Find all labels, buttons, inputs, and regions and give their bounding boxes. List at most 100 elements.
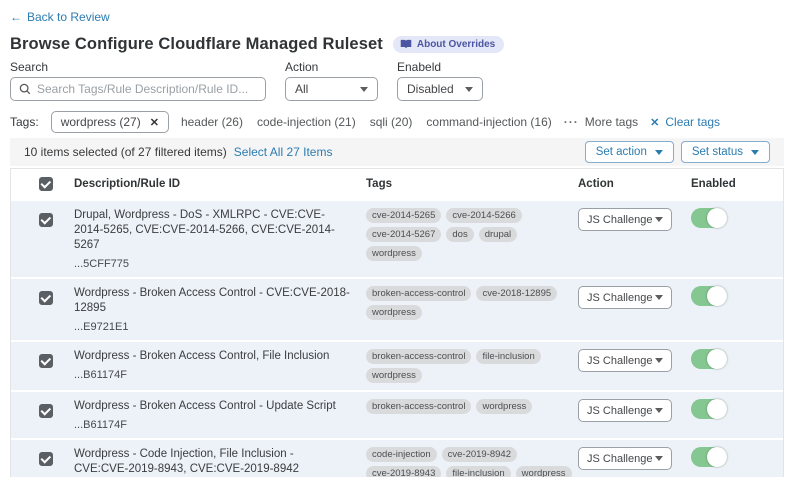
- chevron-down-icon: [655, 217, 663, 222]
- selected-tag-chip[interactable]: wordpress (27) ✕: [51, 111, 169, 133]
- enabled-toggle[interactable]: [691, 399, 727, 419]
- rule-id: ...B61174F: [74, 369, 366, 381]
- enabled-filter: Enabeld Disabled: [397, 60, 483, 101]
- chevron-down-icon: [655, 295, 663, 300]
- column-header-description: Description/Rule ID: [74, 178, 366, 190]
- row-action-value: JS Challenge: [587, 405, 652, 417]
- set-status-label: Set status: [692, 146, 743, 158]
- column-header-action: Action: [578, 178, 691, 190]
- tag-pill: dos: [446, 227, 473, 242]
- table-row[interactable]: Wordpress - Code Injection, File Inclusi…: [11, 440, 783, 477]
- action-filter-value: All: [295, 82, 308, 96]
- rule-tags: code-injectioncve-2019-8942cve-2019-8943…: [366, 447, 578, 477]
- book-icon: [400, 39, 412, 49]
- tag-pill: file-inclusion: [476, 349, 540, 364]
- row-checkbox[interactable]: [39, 404, 53, 418]
- rule-description: Wordpress - Broken Access Control - CVE:…: [74, 286, 366, 316]
- chevron-down-icon: [655, 456, 663, 461]
- more-tags-label: More tags: [585, 115, 638, 129]
- enabled-toggle[interactable]: [691, 349, 727, 369]
- enabled-toggle[interactable]: [691, 447, 727, 467]
- table-row[interactable]: Drupal, Wordpress - DoS - XMLRPC - CVE:C…: [11, 201, 783, 277]
- more-tags-button[interactable]: ··· More tags: [564, 115, 638, 129]
- table-body: Drupal, Wordpress - DoS - XMLRPC - CVE:C…: [11, 201, 783, 477]
- tags-bar: Tags: wordpress (27) ✕ header (26) code-i…: [10, 111, 784, 133]
- tag-pill: wordpress: [366, 246, 422, 261]
- search-label: Search: [10, 60, 266, 73]
- action-filter: Action All: [285, 60, 378, 101]
- tag-pill: code-injection: [366, 447, 437, 462]
- tag-pill: wordpress: [516, 466, 572, 477]
- available-tags: header (26) code-injection (21) sqli (20) c…: [181, 115, 552, 129]
- tag-pill: wordpress: [366, 368, 422, 383]
- row-action-select[interactable]: JS Challenge: [578, 208, 672, 231]
- row-action-select[interactable]: JS Challenge: [578, 447, 672, 470]
- row-action-select[interactable]: JS Challenge: [578, 399, 672, 422]
- table-row[interactable]: Wordpress - Broken Access Control - CVE:…: [11, 279, 783, 340]
- set-status-button[interactable]: Set status: [681, 141, 770, 163]
- selection-summary: 10 items selected (of 27 filtered items): [24, 145, 227, 159]
- row-checkbox[interactable]: [39, 452, 53, 466]
- chevron-down-icon: [655, 358, 663, 363]
- enabled-toggle[interactable]: [691, 208, 727, 228]
- select-all-checkbox[interactable]: [39, 177, 53, 191]
- rule-tags: cve-2014-5265cve-2014-5266cve-2014-5267d…: [366, 208, 578, 270]
- rule-id: ...5CFF775: [74, 258, 366, 270]
- row-action-select[interactable]: JS Challenge: [578, 286, 672, 309]
- row-action-value: JS Challenge: [587, 355, 652, 367]
- chevron-down-icon: [465, 87, 473, 92]
- row-checkbox[interactable]: [39, 354, 53, 368]
- enabled-filter-label: Enabeld: [397, 60, 483, 73]
- selection-bar: 10 items selected (of 27 filtered items)…: [10, 138, 784, 166]
- set-action-button[interactable]: Set action: [585, 141, 674, 163]
- tag-pill: cve-2018-12895: [476, 286, 557, 301]
- row-action-value: JS Challenge: [587, 453, 652, 465]
- rule-tags: broken-access-controlcve-2018-12895wordp…: [366, 286, 578, 333]
- tag-filter-option[interactable]: header (26): [181, 115, 243, 129]
- filters: Search Action All Enabeld Disabled: [10, 60, 784, 101]
- clear-tags-label: Clear tags: [665, 115, 720, 129]
- about-overrides-badge[interactable]: About Overrides: [393, 36, 504, 53]
- back-link[interactable]: ← Back to Review: [10, 10, 110, 24]
- row-checkbox[interactable]: [39, 291, 53, 305]
- chevron-down-icon: [655, 150, 663, 155]
- tag-pill: cve-2014-5266: [446, 208, 521, 223]
- more-dots-icon: ···: [564, 115, 579, 129]
- select-all-link[interactable]: Select All 27 Items: [234, 145, 333, 159]
- chevron-down-icon: [751, 150, 759, 155]
- tag-pill: cve-2014-5267: [366, 227, 441, 242]
- page: ← Back to Review Browse Configure Cloudf…: [0, 0, 794, 477]
- set-action-label: Set action: [596, 146, 647, 158]
- enabled-filter-select[interactable]: Disabled: [397, 77, 483, 101]
- tag-filter-option[interactable]: sqli (20): [370, 115, 413, 129]
- search-filter: Search: [10, 60, 266, 101]
- rule-tags: broken-access-controlwordpress: [366, 399, 578, 431]
- action-filter-select[interactable]: All: [285, 77, 378, 101]
- row-checkbox[interactable]: [39, 213, 53, 227]
- title-row: Browse Configure Cloudflare Managed Rule…: [10, 34, 784, 54]
- tag-pill: cve-2019-8943: [366, 466, 441, 477]
- table-row[interactable]: Wordpress - Broken Access Control, File …: [11, 342, 783, 390]
- tags-label: Tags:: [10, 115, 39, 129]
- tag-pill: wordpress: [366, 305, 422, 320]
- page-title: Browse Configure Cloudflare Managed Rule…: [10, 35, 383, 54]
- row-action-select[interactable]: JS Challenge: [578, 349, 672, 372]
- row-action-value: JS Challenge: [587, 292, 652, 304]
- rule-tags: broken-access-control file-inclusion wordp…: [366, 349, 578, 383]
- tag-pill: wordpress: [476, 399, 532, 414]
- remove-tag-icon[interactable]: ✕: [150, 116, 159, 129]
- tag-filter-option[interactable]: command-injection (16): [426, 115, 551, 129]
- clear-tags-button[interactable]: ✕ Clear tags: [650, 115, 720, 129]
- tag-filter-option[interactable]: code-injection (21): [257, 115, 356, 129]
- search-input-wrap: [10, 77, 266, 101]
- chevron-down-icon: [360, 87, 368, 92]
- search-input[interactable]: [37, 82, 257, 96]
- chevron-down-icon: [655, 408, 663, 413]
- rule-id: ...B61174F: [74, 419, 366, 431]
- row-action-value: JS Challenge: [587, 214, 652, 226]
- tag-pill: broken-access-control: [366, 349, 471, 364]
- enabled-toggle[interactable]: [691, 286, 727, 306]
- rule-id: ...E9721E1: [74, 321, 366, 333]
- table-row[interactable]: Wordpress - Broken Access Control - Upda…: [11, 392, 783, 438]
- rule-description: Wordpress - Broken Access Control - Upda…: [74, 399, 366, 414]
